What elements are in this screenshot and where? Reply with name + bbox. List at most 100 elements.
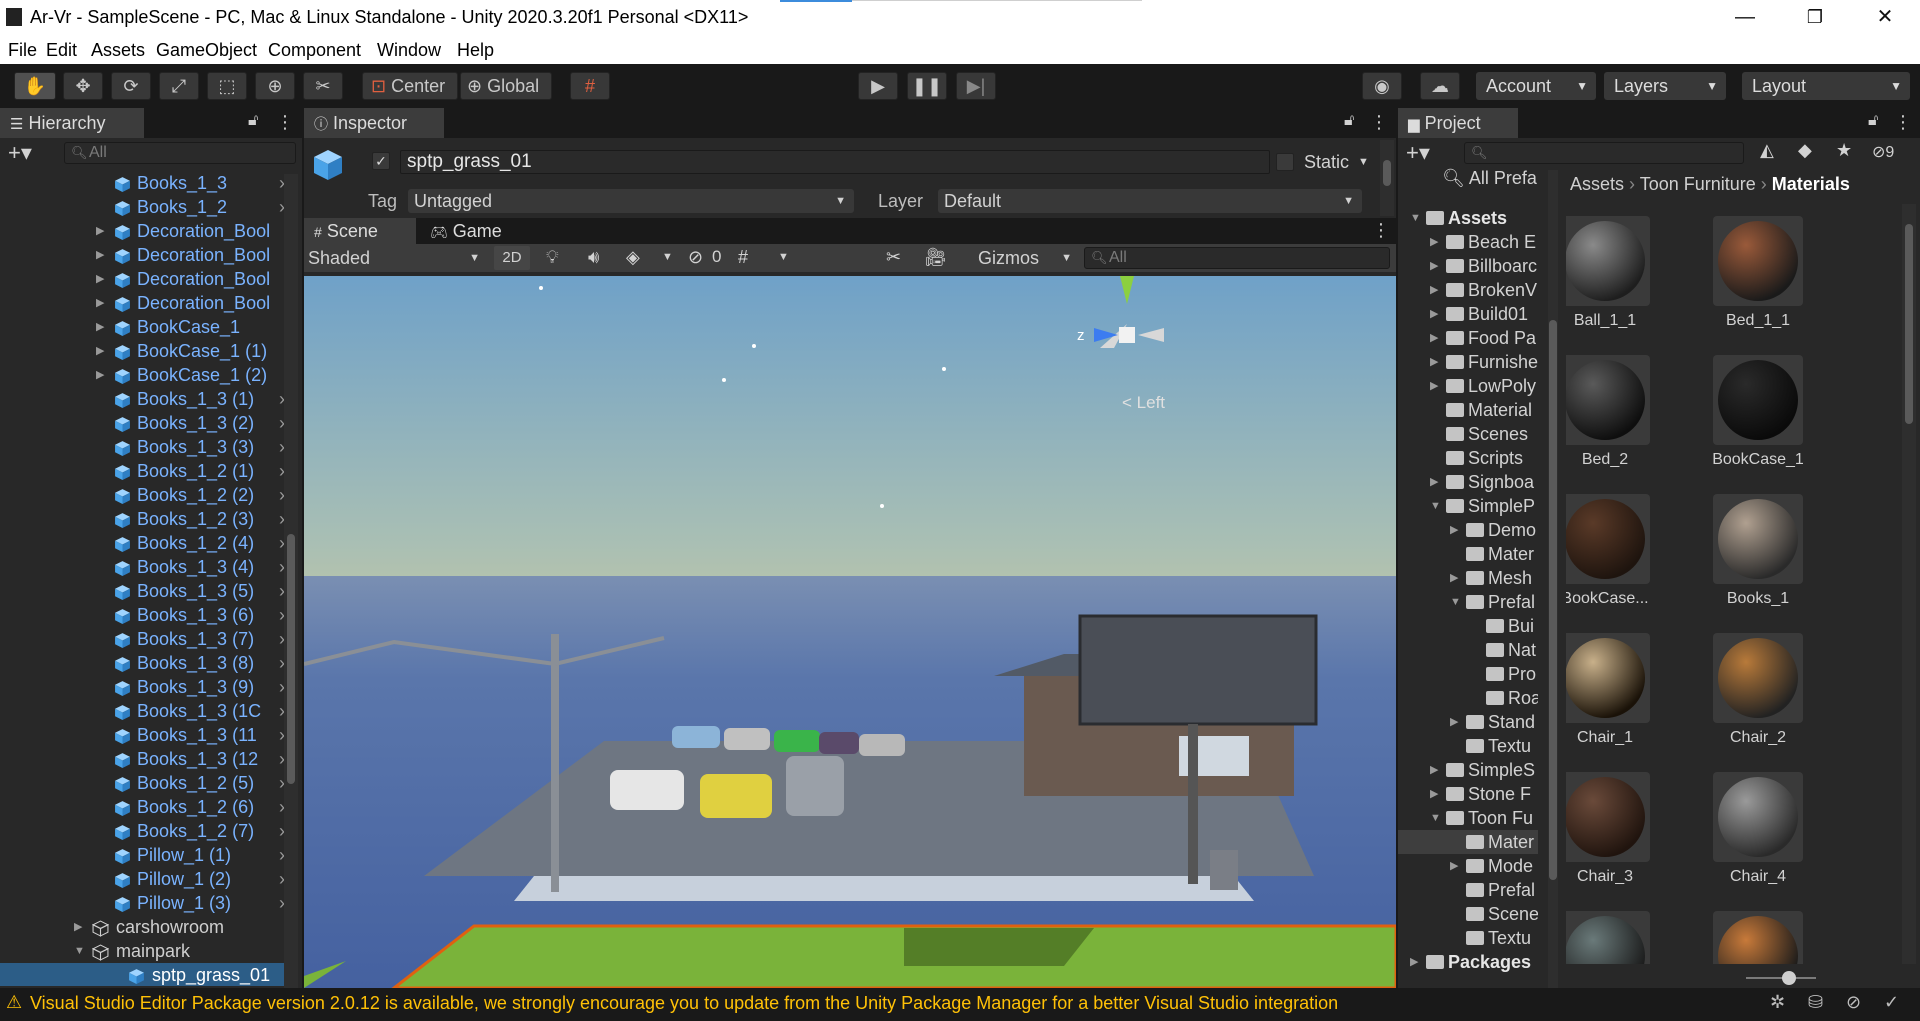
lock-icon[interactable]: 🔓︎ [1868,112,1878,130]
grid-snap-icon[interactable]: # [570,72,610,100]
menu-file[interactable]: File [8,40,37,61]
hidden-objects-icon[interactable]: ⊘ [688,247,703,268]
project-folder-row[interactable]: Textu [1398,734,1538,758]
static-checkbox[interactable] [1276,153,1294,171]
tab-project[interactable]: ▆ Project [1398,108,1518,138]
minimize-button[interactable]: — [1710,0,1780,36]
grid-toggle-icon[interactable]: # [738,247,748,268]
expand-arrow-icon[interactable]: ▶ [1430,230,1438,254]
material-asset[interactable]: BookCase... [1566,494,1686,624]
auto-generate-icon[interactable]: ⊘ [1846,992,1861,1013]
project-folder-row[interactable]: Nat [1398,638,1538,662]
close-button[interactable]: ✕ [1850,0,1920,36]
menu-gameobject[interactable]: GameObject [156,40,257,61]
lock-icon[interactable]: 🔓︎ [248,112,258,130]
hierarchy-row[interactable]: Books_1_2 (7) › [0,819,285,843]
expand-arrow-icon[interactable]: ▶ [96,219,104,243]
project-folder-row[interactable]: Bui [1398,614,1538,638]
hierarchy-row[interactable]: ▶ BookCase_1 [0,315,285,339]
hierarchy-row[interactable]: Books_1_3 (11 › [0,723,285,747]
asset-scrollbar[interactable] [1902,204,1916,964]
hierarchy-row[interactable]: Books_1_3 (12 › [0,747,285,771]
material-asset[interactable]: Books_1 [1713,494,1839,624]
object-name-field[interactable]: sptp_grass_01 [400,150,1270,174]
step-button[interactable]: ▶| [956,72,996,100]
scrollbar-thumb[interactable] [1549,320,1557,880]
hierarchy-row[interactable]: Books_1_2 (5) › [0,771,285,795]
create-asset-button[interactable]: +▾ [1406,140,1430,166]
hierarchy-row[interactable]: Books_1_3 (8) › [0,651,285,675]
camera-icon[interactable]: 🎥︎ [924,247,947,268]
cloud-icon[interactable]: ☁ [1420,72,1460,100]
expand-arrow-icon[interactable]: ▶ [96,291,104,315]
material-asset[interactable] [1713,911,1839,964]
expand-arrow-icon[interactable]: ▶ [1430,254,1438,278]
hand-tool-icon[interactable]: ✋ [14,72,56,100]
expand-arrow-icon[interactable]: ▶ [74,915,82,939]
hierarchy-row[interactable]: Books_1_2 (6) › [0,795,285,819]
add-object-button[interactable]: +▾ [8,140,32,166]
hierarchy-row[interactable]: Books_1_3 (7) › [0,627,285,651]
hierarchy-row[interactable]: Pillow_1 (3) › [0,891,285,915]
project-folder-row[interactable]: Prefal [1398,878,1538,902]
hierarchy-row[interactable]: ▶ Decoration_Bool [0,243,285,267]
hierarchy-row[interactable]: Books_1_3 › [0,171,285,195]
expand-arrow-icon[interactable]: ▼ [74,939,85,963]
progress-done-icon[interactable]: ✓ [1884,992,1899,1013]
hierarchy-row[interactable]: Books_1_2 › [0,195,285,219]
expand-arrow-icon[interactable]: ▼ [1430,494,1441,518]
material-asset[interactable] [1566,911,1686,964]
expand-arrow-icon[interactable]: ▶ [96,267,104,291]
hierarchy-row[interactable]: ▶ BookCase_1 (2) [0,363,285,387]
hierarchy-row-mainpark[interactable]: ▼ mainpark [0,939,285,963]
rect-tool-icon[interactable]: ⬚ [207,72,247,100]
hierarchy-scrollbar[interactable] [284,174,298,988]
project-folder-row[interactable]: ▼ SimpleP [1398,494,1538,518]
status-message[interactable]: Visual Studio Editor Package version 2.0… [30,993,1338,1014]
lighting-icon[interactable]: 💡︎ [546,247,559,268]
inspector-scrollbar[interactable] [1380,140,1394,216]
hierarchy-row[interactable]: Books_1_3 (2) › [0,411,285,435]
scrollbar-thumb[interactable] [1383,160,1391,186]
project-folder-row[interactable]: ▶ Stand [1398,710,1538,734]
project-folder-row[interactable]: ▶ LowPoly [1398,374,1538,398]
hierarchy-row[interactable]: Books_1_3 (1) › [0,387,285,411]
project-folder-row[interactable]: ▼ Toon Fu [1398,806,1538,830]
material-asset[interactable]: Chair_1 [1566,633,1686,763]
kebab-menu-icon[interactable]: ⋮ [276,112,294,133]
pause-button[interactable]: ❚❚ [907,72,947,100]
hierarchy-row-carshowroom[interactable]: ▶ carshowroom [0,915,285,939]
active-checkbox[interactable]: ✓ [372,152,390,170]
zoom-slider-handle[interactable] [1782,971,1796,985]
transform-tool-icon[interactable]: ⊕ [255,72,295,100]
expand-arrow-icon[interactable]: ▶ [96,339,104,363]
favorite-star-icon[interactable]: ★ [1836,140,1852,161]
favorites-all-prefabs[interactable]: 🔍︎ All Prefa [1442,168,1537,192]
hierarchy-row[interactable]: Books_1_2 (2) › [0,483,285,507]
project-folder-row[interactable]: ▼ Prefal [1398,590,1538,614]
project-folder-row[interactable]: ▶ Mode [1398,854,1538,878]
hierarchy-row[interactable]: ▶ Decoration_Bool [0,291,285,315]
expand-arrow-icon[interactable]: ▶ [96,243,104,267]
cache-icon[interactable]: ⛁ [1808,992,1823,1013]
hierarchy-row[interactable]: Books_1_3 (6) › [0,603,285,627]
hierarchy-search-input[interactable]: 🔍︎ All [64,142,296,164]
scene-search-input[interactable]: 🔍︎ All [1084,247,1390,269]
expand-arrow-icon[interactable]: ▶ [1430,302,1438,326]
scrollbar-thumb[interactable] [287,534,295,784]
project-folder-row[interactable]: Scripts [1398,446,1538,470]
project-folder-row[interactable]: ▶ Billboarc [1398,254,1538,278]
expand-arrow-icon[interactable]: ▶ [1450,710,1458,734]
rotate-tool-icon[interactable]: ⟳ [111,72,151,100]
shading-dropdown[interactable]: Shaded ▼ [308,246,484,270]
project-folder-row[interactable]: Material [1398,398,1538,422]
project-folder-row[interactable]: ▶ Beach E [1398,230,1538,254]
expand-arrow-icon[interactable]: ▶ [96,363,104,387]
lock-icon[interactable]: 🔓︎ [1344,112,1354,130]
expand-arrow-icon[interactable]: ▶ [1430,470,1438,494]
project-folder-row[interactable]: Mater [1398,830,1538,854]
project-folder-row[interactable]: Pro [1398,662,1538,686]
audio-icon[interactable]: 🔊︎ [588,247,599,268]
tab-scene[interactable]: # Scene [304,218,416,244]
tab-inspector[interactable]: ⓘ Inspector [304,108,444,138]
